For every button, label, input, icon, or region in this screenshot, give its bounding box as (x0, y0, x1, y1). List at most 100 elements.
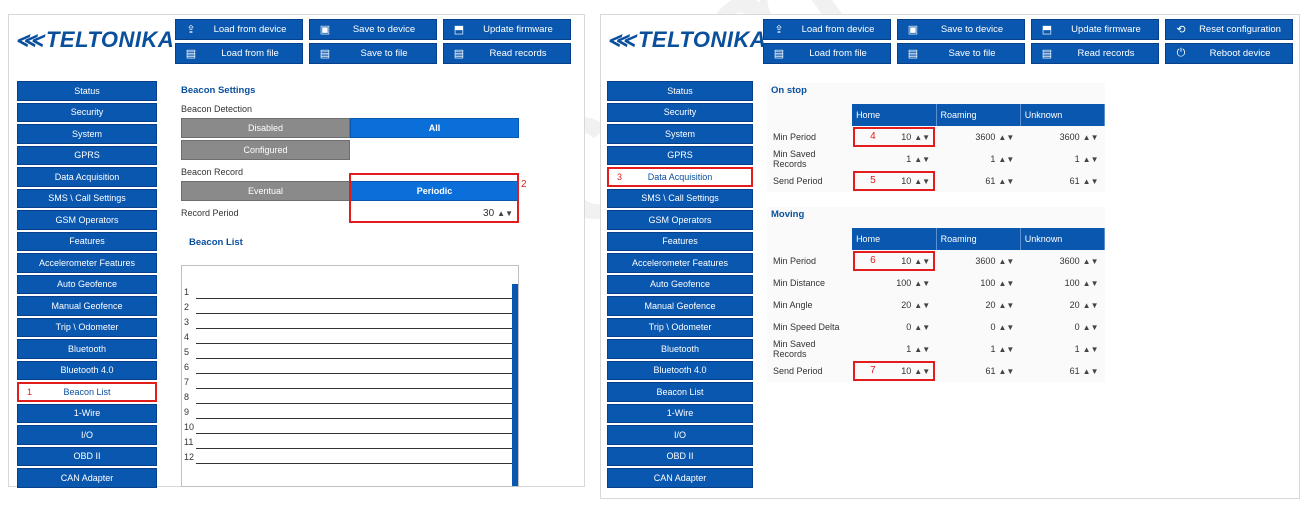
home-value-input[interactable]: 4 10 ▲▼ (852, 126, 936, 148)
beacon-id-cell[interactable] (196, 434, 512, 449)
sidebar-item-manual-geofence[interactable]: Manual Geofence (17, 296, 157, 316)
list-item[interactable]: 11 (182, 434, 518, 449)
beacon-id-cell[interactable] (196, 329, 512, 344)
list-item[interactable]: 3 (182, 314, 518, 329)
beacon-detection-configured[interactable]: Configured (181, 140, 350, 160)
sidebar-item-auto-geofence[interactable]: Auto Geofence (17, 274, 157, 294)
spinner-icon[interactable]: ▲▼ (914, 257, 930, 266)
home-value-input[interactable]: 6 10 ▲▼ (852, 250, 936, 272)
beacon-id-cell[interactable] (196, 359, 512, 374)
sidebar-item-sms-call-settings[interactable]: SMS \ Call Settings (17, 188, 157, 208)
beacon-list-table[interactable]: 1 2 3 4 5 6 7 8 9 10 11 12 (181, 265, 519, 487)
sidebar-item-gprs[interactable]: GPRS (607, 145, 753, 165)
beacon-id-cell[interactable] (196, 404, 512, 419)
load-from-file-button[interactable]: ▤ Load from file (175, 43, 303, 64)
load-from-device-button[interactable]: ⇪ Load from device (763, 19, 891, 40)
list-item[interactable]: 12 (182, 449, 518, 464)
spinner-icon[interactable]: ▲▼ (1083, 279, 1099, 288)
list-item[interactable]: 1 (182, 284, 518, 299)
save-to-device-button[interactable]: ▣ Save to device (309, 19, 437, 40)
beacon-id-cell[interactable] (196, 344, 512, 359)
sidebar-item-security[interactable]: Security (607, 102, 753, 122)
sidebar-item-status[interactable]: Status (607, 81, 753, 101)
unknown-value-input[interactable]: 3600 ▲▼ (1020, 250, 1104, 272)
list-item[interactable]: 4 (182, 329, 518, 344)
sidebar-item-gsm-operators[interactable]: GSM Operators (17, 210, 157, 230)
home-value-input[interactable]: 5 10 ▲▼ (852, 170, 936, 192)
spinner-icon[interactable]: ▲▼ (998, 257, 1014, 266)
beacon-id-cell[interactable] (196, 314, 512, 329)
beacon-id-cell[interactable] (196, 299, 512, 314)
sidebar-item-1-wire[interactable]: 1-Wire (607, 403, 753, 423)
roaming-value-input[interactable]: 100 ▲▼ (936, 272, 1020, 294)
list-item[interactable]: 8 (182, 389, 518, 404)
reset-configuration-button[interactable]: ⟲ Reset configuration (1165, 19, 1293, 40)
sidebar-item-system[interactable]: System (17, 124, 157, 144)
unknown-value-input[interactable]: 0 ▲▼ (1020, 316, 1104, 338)
beacon-id-cell[interactable] (196, 284, 512, 299)
update-firmware-button[interactable]: ⬒ Update firmware (1031, 19, 1159, 40)
roaming-value-input[interactable]: 61 ▲▼ (936, 170, 1020, 192)
beacon-detection-all[interactable]: All (350, 118, 519, 138)
sidebar-item-bluetooth-4-0[interactable]: Bluetooth 4.0 (17, 360, 157, 380)
home-value-input[interactable]: 7 10 ▲▼ (852, 360, 936, 382)
sidebar-item-accelerometer-features[interactable]: Accelerometer Features (17, 253, 157, 273)
sidebar-item-data-acquisition[interactable]: Data Acquisition (17, 167, 157, 187)
spinner-icon[interactable]: ▲▼ (998, 133, 1014, 142)
sidebar-item-manual-geofence[interactable]: Manual Geofence (607, 296, 753, 316)
sidebar-item-bluetooth[interactable]: Bluetooth (607, 339, 753, 359)
spinner-icon[interactable]: ▲▼ (998, 323, 1014, 332)
sidebar-item-i-o[interactable]: I/O (17, 425, 157, 445)
home-value-input[interactable]: 1 ▲▼ (852, 148, 936, 170)
unknown-value-input[interactable]: 1 ▲▼ (1020, 148, 1104, 170)
spinner-icon[interactable]: ▲▼ (998, 279, 1014, 288)
spinner-icon[interactable]: ▲▼ (1083, 367, 1099, 376)
spinner-icon[interactable]: ▲▼ (998, 155, 1014, 164)
roaming-value-input[interactable]: 0 ▲▼ (936, 316, 1020, 338)
spinner-icon[interactable]: ▲▼ (1083, 133, 1099, 142)
beacon-id-cell[interactable] (196, 449, 512, 464)
list-item[interactable]: 5 (182, 344, 518, 359)
spinner-icon[interactable]: ▲▼ (1083, 301, 1099, 310)
roaming-value-input[interactable]: 61 ▲▼ (936, 360, 1020, 382)
spinner-icon[interactable]: ▲▼ (998, 301, 1014, 310)
sidebar-item-bluetooth-4-0[interactable]: Bluetooth 4.0 (607, 360, 753, 380)
spinner-icon[interactable]: ▲▼ (914, 279, 930, 288)
roaming-value-input[interactable]: 20 ▲▼ (936, 294, 1020, 316)
spinner-icon[interactable]: ▲▼ (914, 177, 930, 186)
sidebar-item-trip-odometer[interactable]: Trip \ Odometer (607, 317, 753, 337)
spinner-icon[interactable]: ▲▼ (914, 133, 930, 142)
sidebar-item-can-adapter[interactable]: CAN Adapter (17, 468, 157, 488)
sidebar-item-trip-odometer[interactable]: Trip \ Odometer (17, 317, 157, 337)
home-value-input[interactable]: 20 ▲▼ (852, 294, 936, 316)
reboot-device-button[interactable]: ⏻ Reboot device (1165, 43, 1293, 64)
unknown-value-input[interactable]: 100 ▲▼ (1020, 272, 1104, 294)
beacon-id-cell[interactable] (196, 419, 512, 434)
sidebar-item-status[interactable]: Status (17, 81, 157, 101)
save-to-file-button[interactable]: ▤ Save to file (309, 43, 437, 64)
spinner-icon[interactable]: ▲▼ (998, 177, 1014, 186)
home-value-input[interactable]: 1 ▲▼ (852, 338, 936, 360)
unknown-value-input[interactable]: 3600 ▲▼ (1020, 126, 1104, 148)
beacon-id-cell[interactable] (196, 374, 512, 389)
sidebar-item-gsm-operators[interactable]: GSM Operators (607, 210, 753, 230)
sidebar-item-security[interactable]: Security (17, 102, 157, 122)
load-from-device-button[interactable]: ⇪ Load from device (175, 19, 303, 40)
sidebar-item-obd-ii[interactable]: OBD II (17, 446, 157, 466)
spinner-icon[interactable]: ▲▼ (1083, 345, 1099, 354)
sidebar-item-features[interactable]: Features (607, 231, 753, 251)
sidebar-item-beacon-list[interactable]: 1 Beacon List (17, 382, 157, 402)
sidebar-item-bluetooth[interactable]: Bluetooth (17, 339, 157, 359)
list-item[interactable]: 9 (182, 404, 518, 419)
list-item[interactable]: 7 (182, 374, 518, 389)
sidebar-item-data-acquisition[interactable]: 3 Data Acquisition (607, 167, 753, 187)
home-value-input[interactable]: 100 ▲▼ (852, 272, 936, 294)
sidebar-item-can-adapter[interactable]: CAN Adapter (607, 468, 753, 488)
spinner-icon[interactable]: ▲▼ (914, 345, 930, 354)
beacon-detection-disabled[interactable]: Disabled (181, 118, 350, 138)
sidebar-item-features[interactable]: Features (17, 231, 157, 251)
unknown-value-input[interactable]: 1 ▲▼ (1020, 338, 1104, 360)
spinner-icon[interactable]: ▲▼ (914, 367, 930, 376)
list-item[interactable]: 2 (182, 299, 518, 314)
load-from-file-button[interactable]: ▤ Load from file (763, 43, 891, 64)
